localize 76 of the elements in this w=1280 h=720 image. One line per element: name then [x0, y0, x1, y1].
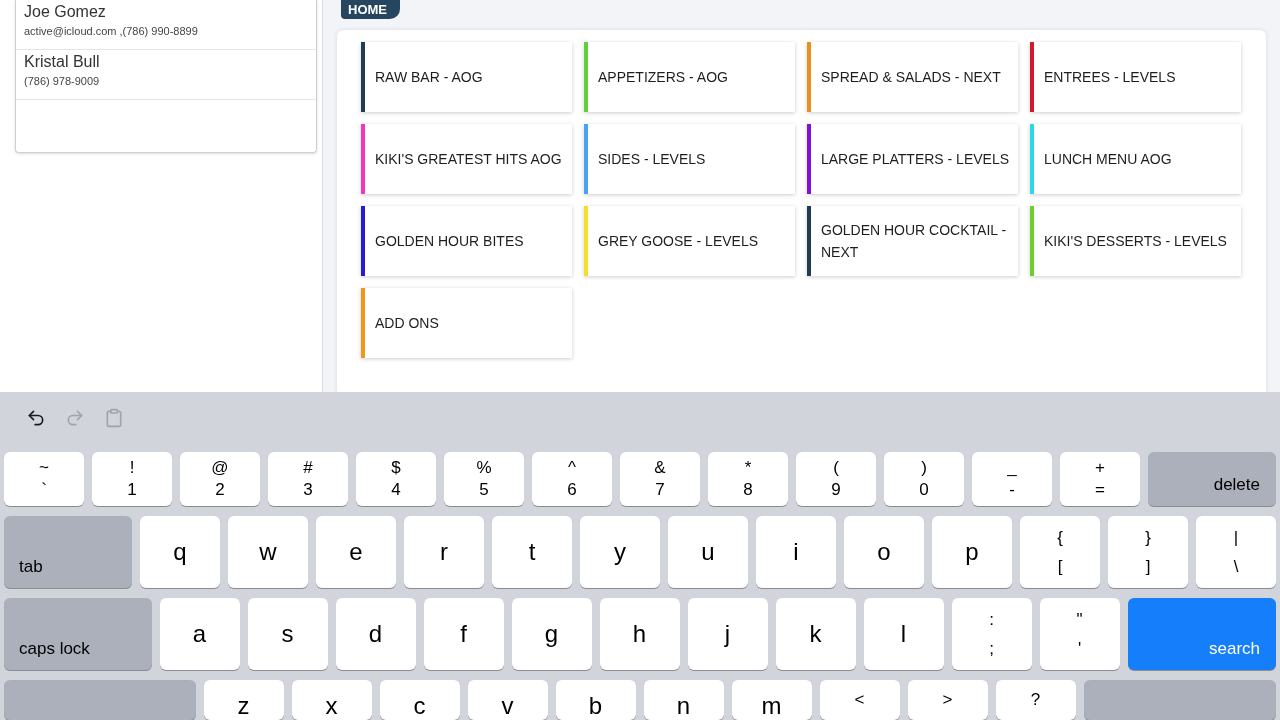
letter-key[interactable]: v — [467, 680, 548, 720]
menu-category-tile[interactable]: GOLDEN HOUR BITES — [361, 206, 572, 276]
letter-key[interactable]: s — [247, 598, 328, 670]
symbol-key[interactable]: & 7 — [620, 452, 700, 506]
menu-category-tile[interactable]: GREY GOOSE - LEVELS — [584, 206, 795, 276]
symbol-key[interactable]: % 5 — [444, 452, 524, 506]
letter-key[interactable]: f — [423, 598, 504, 670]
symbol-key[interactable]: { [ — [1020, 516, 1100, 588]
letter-key[interactable]: u — [668, 516, 748, 588]
letter-key[interactable]: z — [203, 680, 284, 720]
menu-category-tile[interactable]: LARGE PLATTERS - LEVELS — [807, 124, 1018, 194]
symbol-key[interactable]: ? — [995, 680, 1076, 720]
undo-icon — [26, 408, 46, 428]
letter-key[interactable]: h — [599, 598, 680, 670]
letter-key[interactable]: r — [404, 516, 484, 588]
contact-detail: active@icloud.com ,(786) 990-8899 — [24, 25, 198, 38]
letter-key[interactable]: m — [731, 680, 812, 720]
letter-key[interactable]: y — [580, 516, 660, 588]
menu-category-tile[interactable]: SPREAD & SALADS - NEXT — [807, 42, 1018, 112]
symbol-key[interactable]: | \ — [1196, 516, 1276, 588]
contact-detail: (786) 978-9009 — [24, 75, 100, 88]
contact-name: Kristal Bull — [24, 53, 100, 71]
blank-key[interactable] — [1083, 680, 1276, 720]
symbol-key[interactable]: ( 9 — [796, 452, 876, 506]
symbol-key[interactable]: # 3 — [268, 452, 348, 506]
letter-key[interactable]: i — [756, 516, 836, 588]
function-key[interactable]: caps lock — [4, 598, 152, 670]
clipboard-icon — [104, 408, 124, 428]
function-key[interactable]: tab — [4, 516, 132, 588]
symbol-key[interactable]: < — [819, 680, 900, 720]
home-tab[interactable]: HOME — [341, 0, 400, 19]
letter-key[interactable]: a — [159, 598, 240, 670]
letter-key[interactable]: d — [335, 598, 416, 670]
letter-key[interactable]: k — [775, 598, 856, 670]
symbol-key[interactable]: @ 2 — [180, 452, 260, 506]
letter-key[interactable]: n — [643, 680, 724, 720]
menu-category-tile[interactable]: ADD ONS — [361, 288, 572, 358]
menu-category-tile[interactable]: GOLDEN HOUR COCKTAIL - NEXT — [807, 206, 1018, 276]
symbol-key[interactable]: ) 0 — [884, 452, 964, 506]
action-key[interactable]: search — [1127, 598, 1276, 670]
symbol-key[interactable]: > — [907, 680, 988, 720]
contact-row[interactable]: Joe Gomez active@icloud.com ,(786) 990-8899 — [16, 0, 316, 50]
letter-key[interactable]: l — [863, 598, 944, 670]
letter-key[interactable]: e — [316, 516, 396, 588]
letter-key[interactable]: b — [555, 680, 636, 720]
menu-category-tile[interactable]: APPETIZERS - AOG — [584, 42, 795, 112]
symbol-key[interactable]: ! 1 — [92, 452, 172, 506]
function-key[interactable]: delete — [1148, 452, 1276, 506]
symbol-key[interactable]: ^ 6 — [532, 452, 612, 506]
menu-category-tile[interactable]: KIKI'S GREATEST HITS AOG — [361, 124, 572, 194]
blank-key[interactable] — [4, 680, 196, 720]
menu-category-tile[interactable]: RAW BAR - AOG — [361, 42, 572, 112]
letter-key[interactable]: g — [511, 598, 592, 670]
symbol-key[interactable]: " ' — [1039, 598, 1120, 670]
symbol-key[interactable]: * 8 — [708, 452, 788, 506]
menu-category-tile[interactable]: KIKI'S DESSERTS - LEVELS — [1030, 206, 1241, 276]
letter-key[interactable]: x — [291, 680, 372, 720]
symbol-key[interactable]: $ 4 — [356, 452, 436, 506]
letter-key[interactable]: c — [379, 680, 460, 720]
contact-row[interactable]: Kristal Bull (786) 978-9009 — [16, 50, 316, 100]
menu-category-tile[interactable]: LUNCH MENU AOG — [1030, 124, 1241, 194]
menu-category-tile[interactable]: ENTREES - LEVELS — [1030, 42, 1241, 112]
symbol-key[interactable]: : ; — [951, 598, 1032, 670]
letter-key[interactable]: q — [140, 516, 220, 588]
symbol-key[interactable]: ~ ` — [4, 452, 84, 506]
contact-name: Joe Gomez — [24, 3, 106, 21]
letter-key[interactable]: t — [492, 516, 572, 588]
symbol-key[interactable]: + = — [1060, 452, 1140, 506]
letter-key[interactable]: p — [932, 516, 1012, 588]
symbol-key[interactable]: } ] — [1108, 516, 1188, 588]
symbol-key[interactable]: _ - — [972, 452, 1052, 506]
redo-icon — [65, 408, 85, 428]
letter-key[interactable]: o — [844, 516, 924, 588]
letter-key[interactable]: j — [687, 598, 768, 670]
letter-key[interactable]: w — [228, 516, 308, 588]
menu-category-tile[interactable]: SIDES - LEVELS — [584, 124, 795, 194]
